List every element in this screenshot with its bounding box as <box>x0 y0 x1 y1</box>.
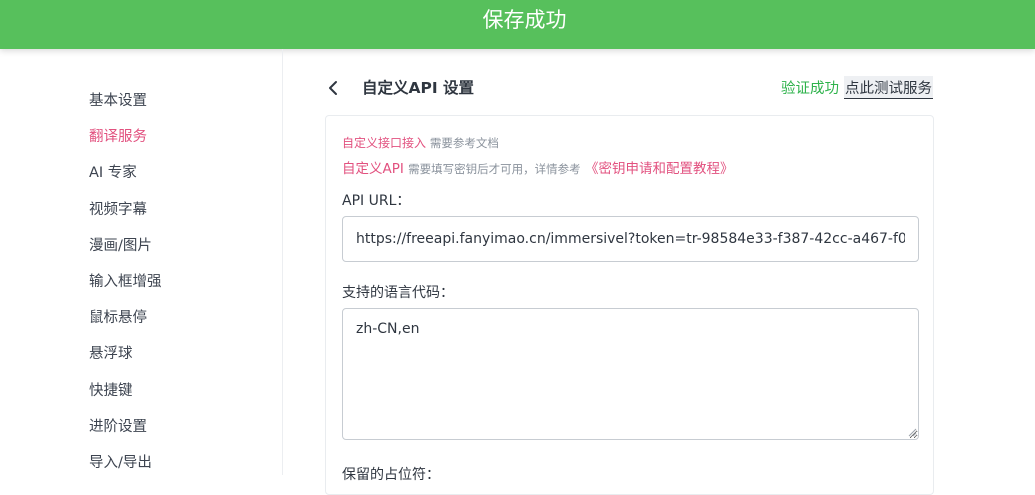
custom-interface-link[interactable]: 自定义接口接入 <box>342 136 426 150</box>
test-service-link[interactable]: 点此测试服务 <box>844 76 933 99</box>
save-toast: 保存成功 <box>0 0 1035 49</box>
back-button[interactable] <box>327 79 341 97</box>
page-title: 自定义API 设置 <box>362 79 475 97</box>
settings-sidebar: 基本设置 翻译服务 AI 专家 视频字幕 漫画/图片 输入框增强 鼠标悬停 悬浮… <box>0 49 283 475</box>
doc-hint-text: 需要参考文档 <box>429 136 499 150</box>
sidebar-item-floating-ball[interactable]: 悬浮球 <box>89 343 162 379</box>
key-hint-prefix: 自定义API <box>342 161 404 177</box>
key-hint-text: 需要填写密钥后才可用，详情参考 <box>408 162 581 176</box>
sidebar-item-input-enhance[interactable]: 输入框增强 <box>89 271 162 307</box>
sidebar-item-comics-images[interactable]: 漫画/图片 <box>89 235 162 271</box>
toast-message: 保存成功 <box>482 8 567 32</box>
lang-codes-label: 支持的语言代码： <box>342 285 454 301</box>
api-url-label: API URL： <box>342 193 411 209</box>
placeholder-label: 保留的占位符： <box>342 467 440 483</box>
sidebar-item-basic[interactable]: 基本设置 <box>89 90 162 126</box>
page-header: 自定义API 设置 验证成功 点此测试服务 <box>283 70 935 106</box>
sidebar-list: 基本设置 翻译服务 AI 专家 视频字幕 漫画/图片 输入框增强 鼠标悬停 悬浮… <box>89 90 162 488</box>
sidebar-item-import-export[interactable]: 导入/导出 <box>89 452 162 488</box>
api-url-input[interactable] <box>342 216 919 262</box>
sidebar-item-shortcuts[interactable]: 快捷键 <box>89 380 162 416</box>
verify-status: 验证成功 <box>781 81 839 97</box>
key-tutorial-link[interactable]: 《密钥申请和配置教程》 <box>585 161 734 177</box>
custom-api-card: 自定义接口接入 需要参考文档 自定义API 需要填写密钥后才可用，详情参考 《密… <box>325 115 934 495</box>
resize-grip-icon[interactable] <box>907 427 917 437</box>
sidebar-item-ai-expert[interactable]: AI 专家 <box>89 162 162 198</box>
lang-codes-textarea[interactable]: zh-CN,en <box>342 308 919 440</box>
sidebar-item-video-subtitles[interactable]: 视频字幕 <box>89 199 162 235</box>
sidebar-item-mouse-hover[interactable]: 鼠标悬停 <box>89 307 162 343</box>
sidebar-item-translation-service[interactable]: 翻译服务 <box>89 126 162 162</box>
doc-hint: 自定义接口接入 需要参考文档 <box>342 134 499 151</box>
sidebar-item-advanced[interactable]: 进阶设置 <box>89 416 162 452</box>
key-hint: 自定义API 需要填写密钥后才可用，详情参考 《密钥申请和配置教程》 <box>342 157 733 177</box>
chevron-left-icon <box>329 81 337 95</box>
